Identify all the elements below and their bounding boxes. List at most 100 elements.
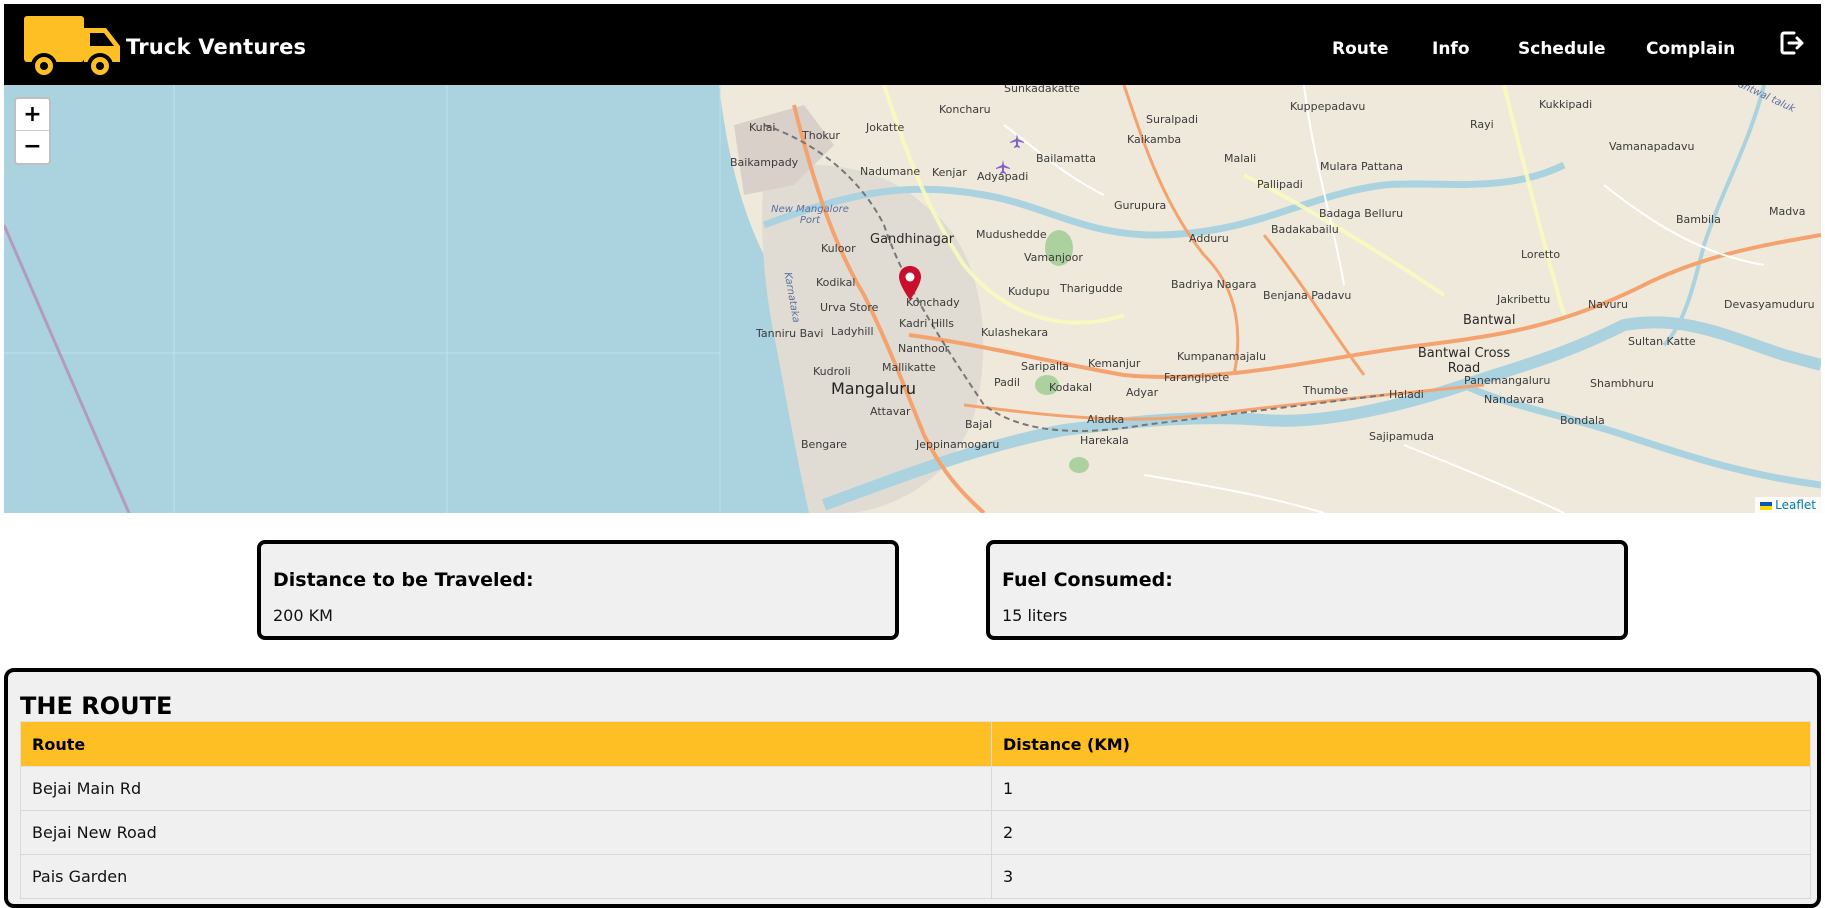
map-label: Benjana Padavu bbox=[1263, 289, 1352, 302]
nav-info[interactable]: Info bbox=[1432, 39, 1470, 59]
map-label: Koncharu bbox=[939, 103, 991, 116]
map-label: Kodakal bbox=[1049, 381, 1093, 394]
nav-route[interactable]: Route bbox=[1332, 39, 1389, 59]
map-label: Kudroli bbox=[813, 365, 851, 378]
map-label: Bantwal bbox=[1463, 313, 1516, 328]
map-label: Bailamatta bbox=[1036, 152, 1096, 165]
map-label: Padil bbox=[994, 376, 1020, 389]
map-label: Badakabailu bbox=[1271, 223, 1339, 236]
map-pin-icon[interactable] bbox=[898, 265, 922, 301]
map-label: Bantwal Cross Road bbox=[1417, 346, 1511, 376]
map-label: Rayi bbox=[1470, 118, 1494, 131]
brand-name[interactable]: Truck Ventures bbox=[126, 35, 306, 59]
map-label: Mangaluru bbox=[831, 379, 917, 398]
distance-cell: 3 bbox=[991, 854, 1811, 899]
distance-title: Distance to be Traveled: bbox=[273, 569, 534, 591]
logout-icon[interactable] bbox=[1780, 30, 1804, 56]
map-label: Madva bbox=[1769, 205, 1806, 218]
route-cell: Pais Garden bbox=[20, 854, 992, 899]
map-label: Thokur bbox=[802, 129, 840, 142]
map-label: Shambhuru bbox=[1590, 377, 1654, 390]
map-label: Kuppepadavu bbox=[1290, 100, 1366, 113]
map-label: Devasyamuduru bbox=[1724, 298, 1815, 311]
map-label: Badaga Belluru bbox=[1319, 207, 1404, 220]
route-cell: Bejai Main Rd bbox=[20, 766, 992, 811]
map-label: Mudushedde bbox=[976, 228, 1047, 241]
column-header-route: Route bbox=[20, 721, 992, 767]
map-label: Thumbe bbox=[1303, 384, 1349, 397]
table-row: Bejai New Road 2 bbox=[20, 810, 1811, 855]
route-table: Route Distance (KM) Bejai Main Rd 1 Beja… bbox=[20, 721, 1811, 899]
map-label: Saripalla bbox=[1021, 360, 1069, 373]
map-label: Badriya Nagara bbox=[1171, 278, 1257, 291]
map-label: Bajal bbox=[965, 418, 993, 431]
map-label: Mulara Pattana bbox=[1320, 160, 1403, 173]
distance-card: Distance to be Traveled: 200 KM bbox=[257, 540, 899, 640]
route-title: THE ROUTE bbox=[20, 692, 173, 720]
table-row: Bejai Main Rd 1 bbox=[20, 766, 1811, 811]
map-label: Kukkipadi bbox=[1539, 98, 1593, 111]
map-label: Urva Store bbox=[820, 301, 879, 314]
map-label: Kemanjur bbox=[1088, 357, 1141, 370]
map-label: Navuru bbox=[1588, 298, 1628, 311]
route-cell: Bejai New Road bbox=[20, 810, 992, 855]
map-label: Bondala bbox=[1560, 414, 1605, 427]
map-label: Suralpadi bbox=[1146, 113, 1199, 126]
map-label: Kulai bbox=[749, 121, 776, 134]
map-label: New Mangalore Port bbox=[771, 204, 849, 226]
map-label: Jeppinamogaru bbox=[916, 438, 1000, 451]
map-label: Tharigudde bbox=[1060, 282, 1123, 295]
distance-cell: 1 bbox=[991, 766, 1811, 811]
map-label: Aladka bbox=[1087, 413, 1125, 426]
map-label: Gandhinagar bbox=[870, 232, 955, 247]
map-label: Vamanapadavu bbox=[1609, 140, 1695, 153]
map-label: Kaikamba bbox=[1127, 133, 1182, 146]
map-label: Loretto bbox=[1521, 248, 1561, 261]
map-label: Farangipete bbox=[1164, 371, 1230, 384]
attribution-link[interactable]: Leaflet bbox=[1775, 498, 1816, 512]
nav-complain[interactable]: Complain bbox=[1646, 39, 1735, 59]
map-label: Sunkadakatte bbox=[1004, 85, 1080, 95]
map-label: Kuloor bbox=[821, 242, 856, 255]
zoom-out-button[interactable]: − bbox=[16, 131, 49, 162]
map-label: Bambila bbox=[1676, 213, 1721, 226]
zoom-in-button[interactable]: + bbox=[16, 99, 49, 131]
map-label: Kudupu bbox=[1008, 285, 1050, 298]
top-navbar: Truck Ventures Route Info Schedule Compl… bbox=[4, 4, 1821, 85]
nav-schedule[interactable]: Schedule bbox=[1518, 39, 1606, 59]
table-row: Pais Garden 3 bbox=[20, 854, 1811, 899]
fuel-title: Fuel Consumed: bbox=[1002, 569, 1173, 591]
map-label: Sultan Katte bbox=[1628, 335, 1696, 348]
map-label: Kulashekara bbox=[981, 326, 1049, 339]
map-label: Panemangaluru bbox=[1464, 374, 1551, 387]
fuel-card: Fuel Consumed: 15 liters bbox=[986, 540, 1628, 640]
map-label: Ladyhill bbox=[831, 325, 874, 338]
airport-icon bbox=[996, 160, 1010, 174]
map-label: Malali bbox=[1224, 152, 1257, 165]
map-label: Adduru bbox=[1189, 232, 1229, 245]
map-label: Nandavara bbox=[1484, 393, 1545, 406]
map-label: Kumpanamajalu bbox=[1177, 350, 1267, 363]
map-label: Mallikatte bbox=[882, 361, 936, 374]
map-label: Haladi bbox=[1389, 388, 1424, 401]
zoom-control: + − bbox=[14, 97, 51, 165]
map-label: Jakribettu bbox=[1497, 293, 1551, 306]
column-header-distance: Distance (KM) bbox=[991, 721, 1811, 767]
map-attribution[interactable]: Leaflet bbox=[1755, 497, 1821, 513]
map-label: Baikampady bbox=[730, 156, 799, 169]
map-label: Pallipadi bbox=[1257, 178, 1303, 191]
distance-cell: 2 bbox=[991, 810, 1811, 855]
map-label: Attavar bbox=[870, 405, 911, 418]
map-label: Kadri Hills bbox=[899, 317, 954, 330]
ukraine-flag-icon bbox=[1760, 501, 1773, 510]
map-label: Bengare bbox=[801, 438, 848, 451]
airport-icon bbox=[1010, 134, 1024, 148]
distance-value: 200 KM bbox=[273, 606, 333, 625]
route-map[interactable]: Sunkadakatte Koncharu Suralpadi Kuppepad… bbox=[4, 85, 1821, 513]
map-label: Kodikal bbox=[816, 276, 856, 289]
map-label: Tanniru Bavi bbox=[756, 327, 824, 340]
table-header-row: Route Distance (KM) bbox=[20, 721, 1811, 767]
map-label: Adyar bbox=[1126, 386, 1159, 399]
map-label: Nadumane bbox=[860, 165, 921, 178]
map-label: Jokatte bbox=[866, 121, 905, 134]
